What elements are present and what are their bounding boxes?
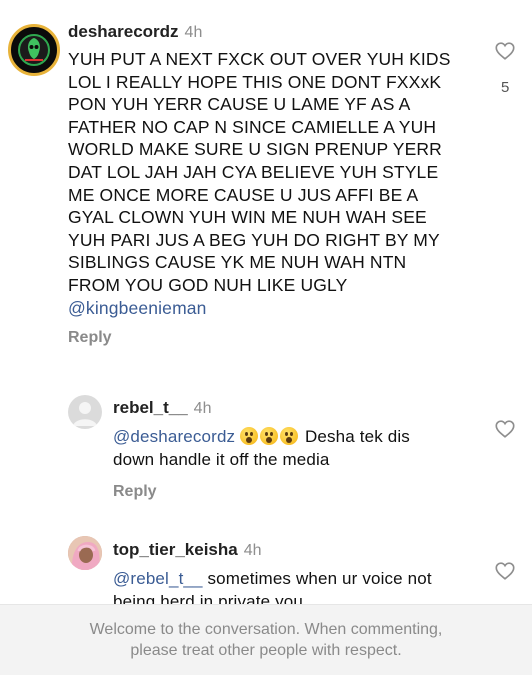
avatar[interactable] <box>8 24 60 76</box>
notice-line-2: please treat other people with respect. <box>130 642 402 659</box>
heart-icon <box>495 42 515 60</box>
username[interactable]: rebel_t__ <box>113 398 188 417</box>
emoji-group <box>240 427 305 446</box>
mention-link[interactable]: @rebel_t__ <box>113 569 203 588</box>
comment-header: desharecordz 4h <box>68 22 460 42</box>
avatar[interactable] <box>68 536 102 570</box>
username[interactable]: desharecordz <box>68 22 179 41</box>
comment-2: rebel_t__ 4h @desharecordz Desha tek dis … <box>113 398 473 501</box>
conversation-notice: Welcome to the conversation. When commen… <box>0 604 532 675</box>
heart-icon <box>495 562 515 580</box>
astonished-emoji-icon <box>240 427 259 445</box>
comment-header: top_tier_keisha 4h <box>113 540 473 560</box>
default-avatar-icon <box>73 402 97 426</box>
comment-1: desharecordz 4h YUH PUT A NEXT FXCK OUT O… <box>68 22 460 347</box>
astonished-emoji-icon <box>280 427 299 445</box>
like-button[interactable] <box>494 40 516 62</box>
mention-link[interactable]: @desharecordz <box>113 427 235 446</box>
comment-3: top_tier_keisha 4h @rebel_t__ sometimes w… <box>113 540 473 613</box>
comment-body: YUH PUT A NEXT FXCK OUT OVER YUH KIDS LO… <box>68 49 451 295</box>
desharecordz-logo <box>12 28 56 72</box>
comment-text: @desharecordz Desha tek dis down handle … <box>113 426 453 471</box>
timestamp: 4h <box>184 24 203 41</box>
astonished-emoji-icon <box>260 427 279 445</box>
like-count: 5 <box>501 79 510 96</box>
like-button[interactable] <box>494 418 516 440</box>
profile-photo <box>68 536 102 570</box>
heart-icon <box>495 420 515 438</box>
comment-text: YUH PUT A NEXT FXCK OUT OVER YUH KIDS LO… <box>68 48 460 319</box>
comment-header: rebel_t__ 4h <box>113 398 473 418</box>
reply-button[interactable]: Reply <box>68 329 460 347</box>
mention-link[interactable]: @kingbeenieman <box>68 298 207 318</box>
reply-button[interactable]: Reply <box>113 483 473 501</box>
timestamp: 4h <box>243 542 262 559</box>
notice-line-1: Welcome to the conversation. When commen… <box>89 621 443 638</box>
username[interactable]: top_tier_keisha <box>113 540 238 559</box>
like-button[interactable] <box>494 560 516 582</box>
avatar-default[interactable] <box>68 395 102 429</box>
timestamp: 4h <box>193 400 212 417</box>
